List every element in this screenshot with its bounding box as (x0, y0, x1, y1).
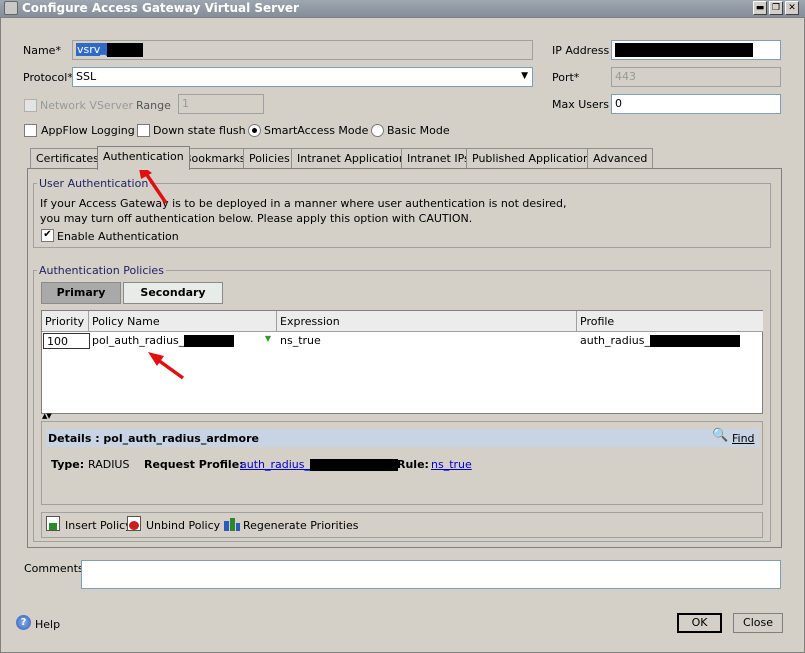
close-icon[interactable]: ✕ (785, 1, 799, 15)
unbind-policy-icon[interactable] (127, 516, 141, 531)
column-header-policy-name[interactable]: Policy Name (89, 311, 277, 332)
name-label: Name* (23, 44, 61, 57)
max-users-field[interactable]: 0 (611, 94, 781, 114)
insert-policy-icon[interactable] (46, 516, 60, 531)
range-field: 1 (178, 94, 264, 114)
priority-cell[interactable]: 100 (43, 333, 90, 349)
protocol-select[interactable]: SSL ▼ (72, 67, 533, 87)
basic-mode-label: Basic Mode (387, 124, 450, 137)
user-auth-text-1: If your Access Gateway is to be deployed… (40, 197, 567, 210)
dropdown-arrow-icon[interactable]: ▼ (265, 334, 271, 343)
tab-authentication[interactable]: Authentication (97, 146, 190, 170)
request-profile-value: auth_radius_ (240, 458, 311, 471)
appflow-logging-checkbox[interactable] (24, 124, 37, 137)
port-field: 443 (611, 67, 781, 87)
ok-button[interactable]: OK (677, 613, 722, 633)
ip-address-field[interactable] (611, 40, 781, 60)
type-label: Type: (51, 458, 85, 471)
rule-label: Rule: (397, 458, 429, 471)
redacted-block (310, 459, 399, 471)
regenerate-icon[interactable] (224, 516, 240, 531)
app-icon (4, 1, 18, 15)
policies-table[interactable]: Priority Policy Name Expression Profile … (41, 310, 763, 414)
regenerate-priorities-button[interactable]: Regenerate Priorities (243, 519, 358, 532)
tab-certificates[interactable]: Certificates (30, 148, 105, 168)
enable-authentication-checkbox[interactable]: ✔ (41, 229, 54, 242)
redacted-block (184, 335, 235, 347)
details-title: Details : pol_auth_radius_ardmore (48, 432, 259, 445)
down-state-flush-checkbox[interactable] (137, 124, 150, 137)
comments-label: Comments (24, 562, 84, 575)
redacted-block (106, 43, 143, 57)
column-header-expression[interactable]: Expression (277, 311, 577, 332)
insert-policy-icon-badge (49, 523, 57, 530)
range-label: Range (136, 99, 171, 112)
tab-intranet-applications[interactable]: Intranet Applications (291, 148, 418, 168)
user-auth-text-2: you may turn off authentication below. P… (40, 212, 473, 225)
primary-button[interactable]: Primary (41, 282, 121, 304)
help-button[interactable]: Help (35, 618, 60, 631)
close-button[interactable]: Close (733, 613, 783, 633)
down-state-flush-label: Down state flush (153, 124, 246, 137)
expression-cell[interactable]: ns_true (277, 333, 577, 349)
find-link[interactable]: Find (732, 432, 755, 445)
user-authentication-title: User Authentication (37, 177, 151, 190)
authentication-policies-title: Authentication Policies (37, 264, 166, 277)
enable-authentication-label: Enable Authentication (57, 230, 179, 243)
details-pane: Details : pol_auth_radius_ardmore 🔍 Find… (41, 421, 763, 505)
help-icon[interactable]: ? (16, 615, 31, 630)
table-row[interactable]: 100 pol_auth_radius_ ▼ ns_true auth_radi… (42, 332, 762, 350)
unbind-policy-button[interactable]: Unbind Policy (146, 519, 220, 532)
column-header-profile[interactable]: Profile (577, 311, 763, 332)
window-titlebar[interactable]: Configure Access Gateway Virtual Server … (0, 0, 805, 17)
rule-link[interactable]: ns_true (431, 458, 472, 471)
secondary-button[interactable]: Secondary (123, 282, 223, 304)
port-label: Port* (552, 71, 580, 84)
find-icon[interactable]: 🔍 (712, 428, 728, 443)
column-header-priority[interactable]: Priority (42, 311, 89, 332)
type-value: RADIUS (88, 458, 130, 471)
network-vserver-checkbox (24, 99, 37, 112)
ip-address-label: IP Address (552, 44, 610, 57)
restore-icon[interactable]: ❐ (769, 1, 783, 15)
unbind-policy-icon-badge (129, 521, 139, 530)
request-profile-label: Request Profile: (144, 458, 244, 471)
protocol-label: Protocol* (23, 71, 73, 84)
tab-advanced[interactable]: Advanced (587, 148, 654, 168)
max-users-label: Max Users (552, 98, 610, 111)
regenerate-icon-bar (230, 518, 235, 531)
tab-published-applications[interactable]: Published Applications (466, 148, 602, 168)
protocol-value: SSL (76, 70, 97, 83)
policy-name-cell[interactable]: pol_auth_radius_ ▼ (89, 333, 277, 349)
policy-name-value: pol_auth_radius_ (92, 334, 185, 347)
basic-mode-radio[interactable] (371, 124, 384, 137)
regenerate-icon-bar (236, 523, 240, 531)
request-profile-link[interactable]: auth_radius_ (240, 458, 399, 471)
window-title: Configure Access Gateway Virtual Server (22, 1, 299, 15)
smartaccess-mode-label: SmartAccess Mode (264, 124, 369, 137)
name-field[interactable]: vsrv_ (72, 40, 533, 60)
dropdown-arrow-icon: ▼ (521, 71, 528, 81)
tab-policies[interactable]: Policies (243, 148, 296, 168)
splitter-arrows-icon[interactable]: ▲▼ (42, 412, 52, 420)
redacted-block (615, 43, 753, 57)
name-value: vsrv_ (76, 43, 107, 56)
comments-field[interactable] (81, 560, 781, 589)
appflow-logging-label: AppFlow Logging (41, 124, 135, 137)
smartaccess-mode-radio[interactable] (248, 124, 261, 137)
profile-cell[interactable]: auth_radius_ (577, 333, 763, 349)
profile-value: auth_radius_ (580, 334, 651, 347)
regenerate-icon-bar (224, 521, 229, 531)
redacted-block (650, 335, 741, 347)
insert-policy-button[interactable]: Insert Policy (65, 519, 132, 532)
tab-intranet-ips[interactable]: Intranet IPs (401, 148, 476, 168)
network-vserver-label: Network VServer (40, 99, 134, 112)
minimize-icon[interactable]: ▬ (753, 1, 767, 15)
